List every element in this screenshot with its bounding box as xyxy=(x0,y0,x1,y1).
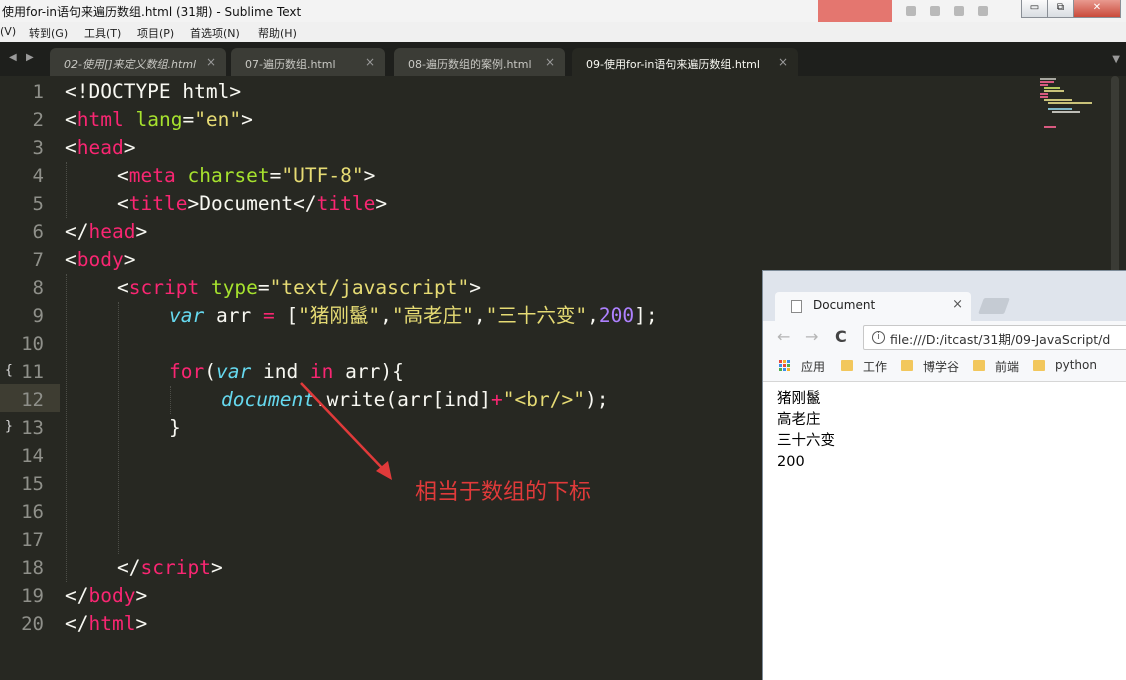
browser-tab-strip: Document × xyxy=(763,271,1126,321)
tab-close-icon[interactable]: × xyxy=(952,297,963,312)
reload-icon[interactable]: C xyxy=(835,327,847,346)
document-icon xyxy=(791,300,802,313)
address-bar[interactable]: i file:///D:/itcast/31期/09-JavaScript/d xyxy=(863,325,1126,350)
info-icon[interactable]: i xyxy=(872,331,885,344)
browser-tab[interactable]: Document × xyxy=(775,292,971,321)
output-line: 200 xyxy=(777,454,805,470)
folder-icon xyxy=(841,360,853,371)
forward-arrow-icon[interactable]: → xyxy=(805,327,818,346)
browser-tab-title: Document xyxy=(813,298,876,312)
bookmark-frontend[interactable]: 前端 xyxy=(995,358,1019,375)
page-content: 猪刚鬣 高老庄 三十六变 200 xyxy=(777,389,835,473)
browser-toolbar: ← → C i file:///D:/itcast/31期/09-JavaScr… xyxy=(763,321,1126,353)
bookmark-python[interactable]: python xyxy=(1055,358,1097,372)
back-arrow-icon[interactable]: ← xyxy=(777,327,790,346)
bookmarks-bar: 应用 工作 博学谷 前端 python xyxy=(763,353,1126,382)
bookmark-boxuegu[interactable]: 博学谷 xyxy=(923,358,959,375)
folder-icon xyxy=(973,360,985,371)
new-tab-button[interactable] xyxy=(978,298,1010,314)
browser-window: Document × ← → C i file:///D:/itcast/31期… xyxy=(762,270,1126,680)
output-line: 猪刚鬣 xyxy=(777,391,821,407)
url-text: file:///D:/itcast/31期/09-JavaScript/d xyxy=(890,332,1111,347)
apps-grid-icon[interactable] xyxy=(779,360,791,372)
folder-icon xyxy=(901,360,913,371)
output-line: 三十六变 xyxy=(777,433,835,449)
annotation-text: 相当于数组的下标 xyxy=(415,480,592,505)
output-line: 高老庄 xyxy=(777,412,821,428)
bookmark-work[interactable]: 工作 xyxy=(863,358,887,375)
bookmark-apps[interactable]: 应用 xyxy=(801,358,825,375)
folder-icon xyxy=(1033,360,1045,371)
